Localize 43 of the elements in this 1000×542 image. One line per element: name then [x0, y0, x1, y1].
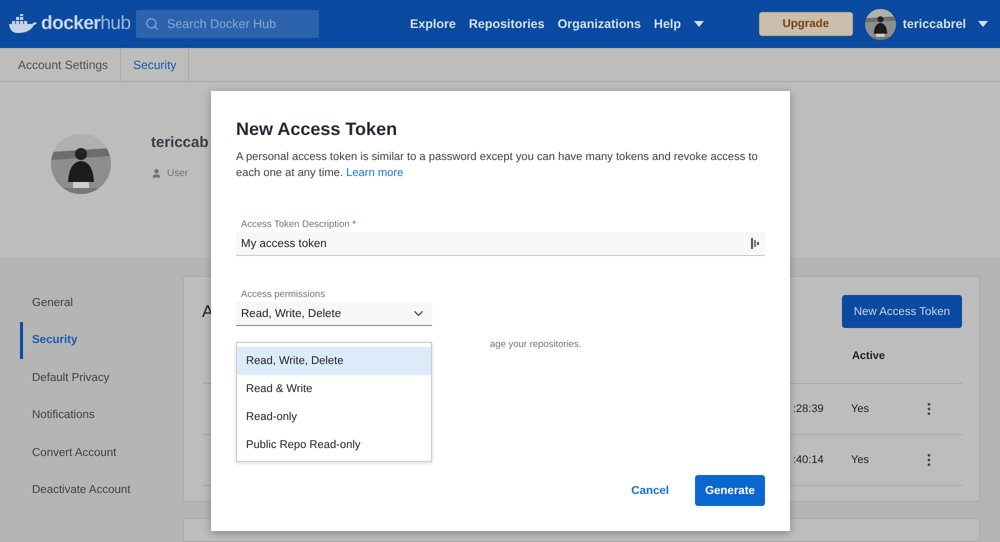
table-cell-text: Yes [851, 403, 870, 415]
column-header: Active [852, 350, 885, 362]
sidebar-item[interactable]: Deactivate Account [20, 472, 183, 509]
role-label: User [167, 168, 188, 179]
nav-link[interactable]: Repositories [468, 17, 545, 31]
permissions-select[interactable]: Read, Write, Delete [236, 302, 432, 326]
nav-link[interactable]: Organizations [558, 17, 641, 31]
table-cell-text: Yes [851, 454, 870, 466]
caret-icon[interactable] [694, 21, 704, 27]
logo-text: dockerhub [41, 13, 131, 35]
sidebar-item[interactable]: General [20, 284, 183, 322]
generate-button[interactable]: Generate [695, 475, 765, 506]
user-name[interactable]: tericcabrel [902, 17, 966, 31]
user-icon [151, 168, 162, 179]
nav-link[interactable]: Explore [410, 17, 456, 31]
breadcrumb-link[interactable]: Security [121, 48, 190, 81]
sidebar-item[interactable]: Notifications [20, 396, 183, 434]
learn-more-link[interactable]: Learn more [346, 167, 404, 179]
search-field[interactable]: Search Docker Hub [136, 10, 319, 38]
field-hint: age your repositories. [490, 339, 582, 350]
breadcrumb-link[interactable]: Account Settings [6, 48, 122, 81]
sidebar-item[interactable]: Default Privacy [20, 359, 183, 396]
search-icon [145, 17, 159, 31]
description-field[interactable]: My access token [236, 232, 765, 256]
dropdown-option[interactable]: Read-only [237, 403, 431, 431]
table-cell-text: :28:39 [793, 403, 825, 415]
dialog-title: New Access Token [236, 119, 398, 140]
dropdown-option[interactable]: Public Repo Read-only [237, 431, 431, 459]
whale-icon [8, 14, 38, 34]
field-label: Access Token Description * [240, 219, 357, 230]
sidebar-item[interactable]: Convert Account [20, 434, 183, 472]
dialog-description: A personal access token is similar to a password except you can have many tokens and revoke access to each one at any time. Learn more [236, 150, 759, 181]
dropdown-option[interactable]: Read, Write, Delete [237, 347, 431, 375]
autofill-icon[interactable] [751, 238, 760, 249]
new-token-button[interactable]: New Access Token [842, 295, 962, 328]
field-label: Access permissions [240, 289, 326, 300]
profile-name: tericcab [151, 134, 209, 151]
caret-icon[interactable] [978, 21, 988, 27]
nav-link[interactable]: Help [654, 17, 682, 31]
table-cell-text: :40:14 [793, 454, 825, 466]
upgrade-button[interactable]: Upgrade [758, 12, 853, 36]
cancel-button[interactable]: Cancel [625, 484, 675, 498]
dropdown-option[interactable]: Read & Write [237, 375, 431, 403]
